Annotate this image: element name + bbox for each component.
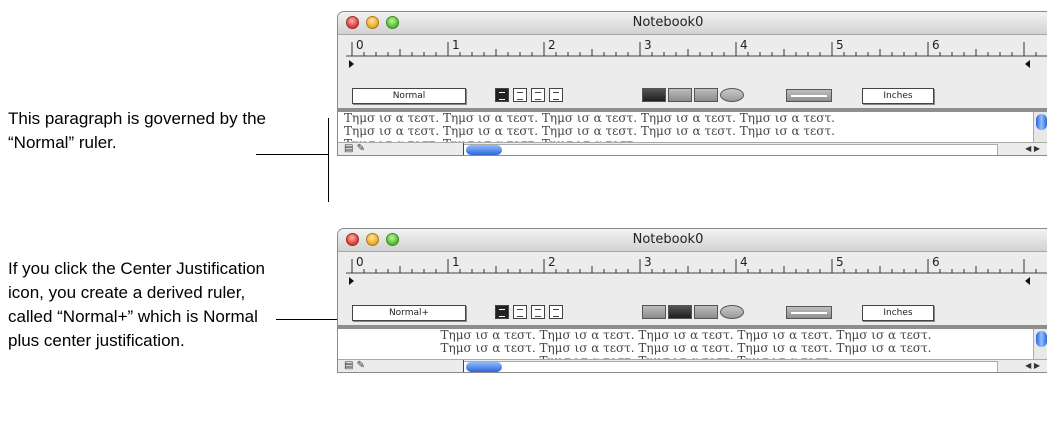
ruler[interactable]: 0 1 2 3 4 5 6	[346, 253, 1047, 297]
title-bar[interactable]: Notebook0	[338, 12, 1047, 35]
vertical-scroll-thumb[interactable]	[1036, 114, 1047, 130]
horizontal-scroll-thumb[interactable]	[466, 362, 502, 372]
horizontal-scrollbar[interactable]	[464, 144, 998, 155]
ruler[interactable]: 0 1 2 3 4 5 6	[346, 36, 1047, 80]
ruler-scale[interactable]: 0 1 2 3 4 5 6	[346, 36, 1047, 80]
document-pencil-icon[interactable]: ▤ ✎	[344, 360, 365, 372]
horizontal-scroll-thumb[interactable]	[466, 145, 502, 155]
window-title: Notebook0	[632, 232, 704, 247]
status-bar: ▤ ✎ ◀ ▶	[338, 142, 1047, 155]
units-field[interactable]: Inches	[862, 88, 934, 104]
ruler-label: 0	[356, 255, 364, 269]
ruler-label: 2	[548, 255, 556, 269]
grid-toggle-icon[interactable]	[786, 89, 832, 102]
justify-left-icon[interactable]	[495, 88, 509, 102]
minimize-icon[interactable]	[366, 233, 379, 246]
ruler-label: 3	[644, 38, 652, 52]
left-margin-marker[interactable]	[349, 60, 354, 68]
spacing-1-icon[interactable]	[642, 305, 666, 319]
ruler-label: 4	[740, 255, 748, 269]
vertical-scrollbar[interactable]	[1033, 112, 1047, 142]
spacing-1-icon[interactable]	[642, 88, 666, 102]
spacing-3-icon[interactable]	[694, 88, 718, 102]
units-field[interactable]: Inches	[862, 305, 934, 321]
notebook-window-normal[interactable]: Notebook0 0 1 2 3 4 5 6 Normal Inches Τημσ ισ α τε…	[337, 11, 1047, 156]
scroll-arrows[interactable]: ◀ ▶	[1025, 360, 1040, 372]
scroll-arrows[interactable]: ◀ ▶	[1025, 143, 1040, 155]
document-pencil-icon[interactable]: ▤ ✎	[344, 143, 365, 155]
spacing-4-icon[interactable]	[720, 305, 744, 319]
ruler-label: 1	[452, 255, 460, 269]
justify-full-icon[interactable]	[549, 88, 563, 102]
close-icon[interactable]	[346, 233, 359, 246]
title-bar[interactable]: Notebook0	[338, 229, 1047, 252]
caption-derived-ruler: If you click the Center Justification ic…	[8, 259, 266, 350]
zoom-icon[interactable]	[386, 233, 399, 246]
window-title: Notebook0	[632, 15, 704, 30]
ruler-scale[interactable]: 0 1 2 3 4 5 6	[346, 253, 1047, 297]
spacing-3-icon[interactable]	[694, 305, 718, 319]
left-margin-marker[interactable]	[349, 277, 354, 285]
ruler-label: 5	[836, 38, 844, 52]
right-margin-marker[interactable]	[1025, 60, 1030, 68]
justify-center-icon[interactable]	[513, 88, 527, 102]
ruler-label: 5	[836, 255, 844, 269]
justify-center-icon[interactable]	[513, 305, 527, 319]
zoom-icon[interactable]	[386, 16, 399, 29]
spacing-2-icon[interactable]	[668, 88, 692, 102]
ruler-label: 4	[740, 38, 748, 52]
ruler-label: 6	[932, 255, 940, 269]
spacing-2-icon[interactable]	[668, 305, 692, 319]
right-margin-marker[interactable]	[1025, 277, 1030, 285]
justify-left-icon[interactable]	[495, 305, 509, 319]
ruler-label: 1	[452, 38, 460, 52]
minimize-icon[interactable]	[366, 16, 379, 29]
status-bar: ▤ ✎ ◀ ▶	[338, 359, 1047, 372]
justify-right-icon[interactable]	[531, 88, 545, 102]
caption-normal-ruler: This paragraph is governed by the “Norma…	[8, 109, 266, 152]
callout-line-1	[256, 154, 328, 155]
close-icon[interactable]	[346, 16, 359, 29]
justify-full-icon[interactable]	[549, 305, 563, 319]
horizontal-scrollbar[interactable]	[464, 361, 998, 372]
text-area[interactable]: Τημσ ισ α τεστ. Τημσ ισ α τεστ. Τημσ ισ …	[338, 329, 1034, 359]
vertical-scroll-thumb[interactable]	[1036, 331, 1047, 347]
grid-toggle-icon[interactable]	[786, 306, 832, 319]
ruler-label: 3	[644, 255, 652, 269]
spacing-4-icon[interactable]	[720, 88, 744, 102]
vertical-scrollbar[interactable]	[1033, 329, 1047, 359]
ruler-label: 2	[548, 38, 556, 52]
ruler-name-field[interactable]: Normal+	[352, 305, 466, 321]
justify-right-icon[interactable]	[531, 305, 545, 319]
text-area[interactable]: Τημσ ισ α τεστ. Τημσ ισ α τεστ. Τημσ ισ …	[338, 112, 1034, 142]
ruler-name-field[interactable]: Normal	[352, 88, 466, 104]
notebook-window-derived[interactable]: Notebook0 0 1 2 3 4 5 6 Normal+ Inches Τημσ ισ α τ…	[337, 228, 1047, 373]
ruler-label: 6	[932, 38, 940, 52]
callout-bracket-1	[328, 118, 329, 202]
ruler-label: 0	[356, 38, 364, 52]
